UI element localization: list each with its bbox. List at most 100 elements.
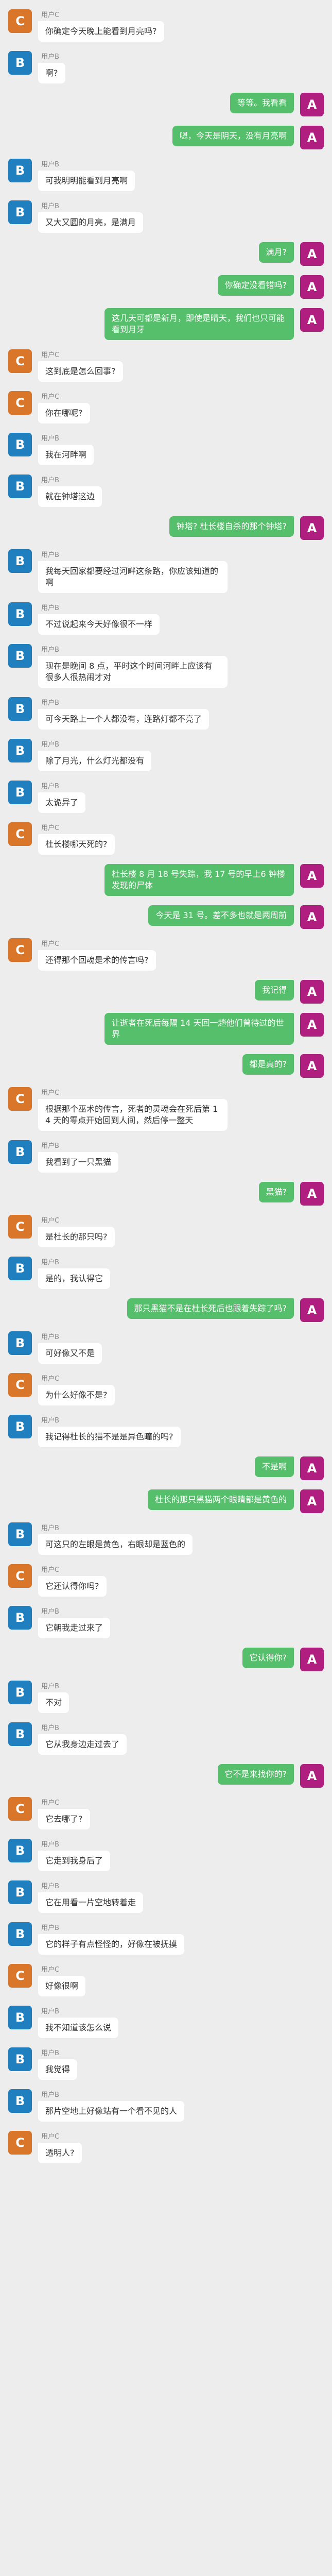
message-bubble[interactable]: 我看到了一只黑猫 [38,1152,119,1173]
message-bubble[interactable]: 啊? [38,63,65,83]
avatar-b-icon[interactable]: B [8,1415,32,1438]
message-bubble[interactable]: 现在是晚间 8 点，平时这个时间河畔上应该有很多人很热闹才对 [38,656,228,688]
message-bubble[interactable]: 这到底是怎么回事? [38,361,123,382]
message-bubble[interactable]: 太诡异了 [38,792,86,813]
message-bubble[interactable]: 我每天回家都要经过河畔这条路，你应该知道的啊 [38,561,228,593]
avatar-a-icon[interactable]: A [300,1764,324,1788]
avatar-b-icon[interactable]: B [8,433,32,456]
message-bubble[interactable]: 不过说起来今天好像很不一样 [38,614,160,635]
message-bubble[interactable]: 它在用看一片空地转着走 [38,1892,144,1913]
avatar-a-icon[interactable]: A [300,1182,324,1206]
message-bubble[interactable]: 我在河畔啊 [38,445,94,465]
message-bubble[interactable]: 等等。我看看 [230,93,294,113]
avatar-b-icon[interactable]: B [8,602,32,626]
message-bubble[interactable]: 杜长楼 8 月 18 号失踪，我 17 号的早上6 钟楼发现的尸体 [104,864,294,896]
avatar-a-icon[interactable]: A [300,126,324,149]
message-bubble[interactable]: 今天是 31 号。差不多也就是两周前 [148,905,294,926]
avatar-c-icon[interactable]: C [8,1215,32,1239]
message-bubble[interactable]: 它去哪了? [38,1809,90,1829]
message-bubble[interactable]: 杜长楼哪天死的? [38,834,115,855]
avatar-b-icon[interactable]: B [8,1880,32,1904]
avatar-b-icon[interactable]: B [8,1606,32,1630]
avatar-b-icon[interactable]: B [8,781,32,804]
avatar-b-icon[interactable]: B [8,2047,32,2071]
message-bubble[interactable]: 你确定没看错吗? [217,275,294,296]
message-bubble[interactable]: 钟塔? 杜长楼自杀的那个钟塔? [169,516,294,537]
avatar-b-icon[interactable]: B [8,2006,32,2029]
avatar-b-icon[interactable]: B [8,1839,32,1862]
avatar-a-icon[interactable]: A [300,1054,324,1078]
message-bubble[interactable]: 可好像又不是 [38,1343,102,1364]
avatar-a-icon[interactable]: A [300,242,324,266]
message-bubble[interactable]: 我记得 [254,980,294,1001]
avatar-b-icon[interactable]: B [8,697,32,721]
avatar-b-icon[interactable]: B [8,1922,32,1946]
avatar-c-icon[interactable]: C [8,1087,32,1111]
message-bubble[interactable]: 它不是来找你的? [217,1764,294,1785]
message-bubble[interactable]: 可这只的左眼是黄色，右眼却是蓝色的 [38,1534,193,1555]
avatar-a-icon[interactable]: A [300,1489,324,1513]
avatar-a-icon[interactable]: A [300,1648,324,1671]
avatar-b-icon[interactable]: B [8,1331,32,1355]
message-bubble[interactable]: 透明人? [38,2143,82,2163]
avatar-b-icon[interactable]: B [8,51,32,75]
avatar-b-icon[interactable]: B [8,739,32,762]
message-bubble[interactable]: 根据那个巫术的传言，死者的灵魂会在死后第 14 天的零点开始回到人间，然后停一整… [38,1099,228,1131]
message-bubble[interactable]: 它走到我身后了 [38,1851,111,1871]
message-bubble[interactable]: 我不知道该怎么说 [38,2018,119,2038]
message-bubble[interactable]: 可我明明能看到月亮啊 [38,171,135,191]
message-bubble[interactable]: 是的，我认得它 [38,1268,111,1289]
avatar-a-icon[interactable]: A [300,516,324,540]
message-bubble[interactable]: 那片空地上好像站有一个看不见的人 [38,2101,185,2122]
avatar-c-icon[interactable]: C [8,938,32,962]
avatar-b-icon[interactable]: B [8,200,32,224]
avatar-c-icon[interactable]: C [8,822,32,846]
avatar-c-icon[interactable]: C [8,349,32,373]
message-bubble[interactable]: 可今天路上一个人都没有，连路灯都不亮了 [38,709,209,730]
avatar-c-icon[interactable]: C [8,1964,32,1988]
message-bubble[interactable]: 满月? [258,242,294,263]
message-bubble[interactable]: 都是真的? [242,1054,294,1075]
message-bubble[interactable]: 除了月光，什么灯光都没有 [38,751,152,771]
avatar-a-icon[interactable]: A [300,1013,324,1037]
avatar-a-icon[interactable]: A [300,275,324,299]
avatar-a-icon[interactable]: A [300,1298,324,1322]
avatar-c-icon[interactable]: C [8,9,32,33]
avatar-b-icon[interactable]: B [8,1257,32,1280]
avatar-c-icon[interactable]: C [8,1373,32,1397]
message-bubble[interactable]: 还得那个回魂是术的传言吗? [38,950,156,971]
message-bubble[interactable]: 杜长的那只黑猫两个眼睛都是黄色的 [147,1489,294,1510]
message-bubble[interactable]: 你在哪呢? [38,403,90,423]
avatar-c-icon[interactable]: C [8,1564,32,1588]
avatar-b-icon[interactable]: B [8,474,32,498]
avatar-c-icon[interactable]: C [8,391,32,415]
avatar-c-icon[interactable]: C [8,2131,32,2155]
message-bubble[interactable]: 又大又圆的月亮，是满月 [38,212,144,233]
message-bubble[interactable]: 它从我身边走过去了 [38,1734,127,1755]
message-bubble[interactable]: 它的样子有点怪怪的，好像在被抚摸 [38,1934,185,1955]
message-bubble[interactable]: 它朝我走过来了 [38,1618,111,1638]
avatar-b-icon[interactable]: B [8,1140,32,1164]
message-bubble[interactable]: 不是啊 [254,1456,294,1477]
avatar-b-icon[interactable]: B [8,644,32,668]
avatar-b-icon[interactable]: B [8,1681,32,1704]
message-bubble[interactable]: 我记得杜长的猫不是是异色瞳的吗? [38,1427,181,1447]
message-bubble[interactable]: 黑猫? [258,1182,294,1202]
avatar-a-icon[interactable]: A [300,93,324,116]
avatar-b-icon[interactable]: B [8,2089,32,2113]
message-bubble[interactable]: 为什么好像不是? [38,1385,115,1405]
avatar-a-icon[interactable]: A [300,980,324,1004]
message-bubble[interactable]: 不对 [38,1692,69,1713]
avatar-b-icon[interactable]: B [8,159,32,182]
message-bubble[interactable]: 就在钟塔这边 [38,486,102,507]
message-bubble[interactable]: 让逝者在死后每隔 14 天回一趟他们曾待过的世界 [104,1013,294,1045]
message-bubble[interactable]: 好像很啊 [38,1976,86,1996]
message-bubble[interactable]: 我觉得 [38,2059,78,2080]
avatar-c-icon[interactable]: C [8,1797,32,1821]
avatar-b-icon[interactable]: B [8,549,32,573]
avatar-b-icon[interactable]: B [8,1522,32,1546]
message-bubble[interactable]: 这几天可都是新月，即使是晴天，我们也只可能看到月牙 [104,308,294,340]
avatar-b-icon[interactable]: B [8,1722,32,1746]
avatar-a-icon[interactable]: A [300,1456,324,1480]
avatar-a-icon[interactable]: A [300,905,324,929]
